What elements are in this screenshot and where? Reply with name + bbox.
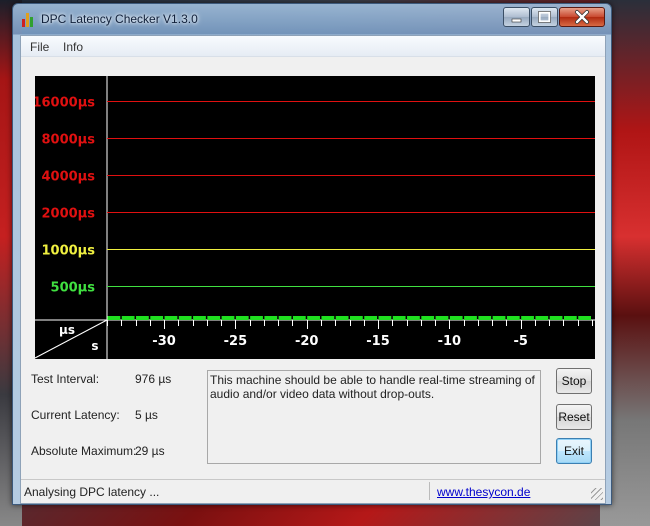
minimize-icon xyxy=(511,18,522,23)
status-text: Analysing DPC latency ... xyxy=(24,485,160,499)
y-tick-label: 500µs xyxy=(51,281,96,296)
latency-bar xyxy=(578,316,591,320)
latency-bar xyxy=(492,316,506,320)
latency-bar xyxy=(449,316,463,320)
menu-bar: File Info xyxy=(21,36,605,57)
reset-button[interactable]: Reset xyxy=(556,404,592,430)
latency-bar xyxy=(178,316,192,320)
latency-bar xyxy=(136,316,149,320)
latency-bar xyxy=(435,316,449,320)
absolute-max-value: 29 µs xyxy=(135,444,165,458)
app-window: DPC Latency Checker V1.3.0 File Info 160… xyxy=(12,3,612,505)
y-tick-label: 16000µs xyxy=(35,96,95,111)
close-button[interactable] xyxy=(559,7,605,27)
window-title: DPC Latency Checker V1.3.0 xyxy=(41,12,198,26)
latency-bar xyxy=(392,316,406,320)
latency-bar xyxy=(321,316,335,320)
x-tick-label: -20 xyxy=(295,334,319,349)
latency-bar xyxy=(121,316,135,320)
latency-bar xyxy=(250,316,263,320)
exit-button[interactable]: Exit xyxy=(556,438,592,464)
latency-bar xyxy=(335,316,349,320)
latency-bar xyxy=(235,316,249,320)
latency-bar xyxy=(535,316,549,320)
status-message-box: This machine should be able to handle re… xyxy=(207,370,541,464)
minimize-button[interactable] xyxy=(503,7,530,27)
latency-bar xyxy=(521,316,534,320)
latency-bar xyxy=(193,316,206,320)
menu-info[interactable]: Info xyxy=(63,40,83,54)
test-interval-label: Test Interval: xyxy=(31,372,100,386)
menu-file[interactable]: File xyxy=(30,40,49,54)
x-tick-label: -30 xyxy=(152,334,176,349)
latency-bar xyxy=(478,316,492,320)
y-tick-label: 8000µs xyxy=(42,133,96,148)
latency-bar xyxy=(563,316,577,320)
client-area: File Info 16000µs 8000µs 4000µs 2000µs 1000µ… xyxy=(20,35,606,504)
latency-bar xyxy=(421,316,435,320)
test-interval-value: 976 µs xyxy=(135,372,172,386)
y-tick-label: 4000µs xyxy=(42,170,96,185)
current-latency-label: Current Latency: xyxy=(31,408,120,422)
latency-bar xyxy=(207,316,221,320)
latency-bar xyxy=(292,316,306,320)
x-tick-label: -5 xyxy=(513,334,527,349)
resize-grip[interactable] xyxy=(591,488,603,500)
latency-bar xyxy=(549,316,563,320)
current-latency-value: 5 µs xyxy=(135,408,158,422)
latency-chart-svg: 16000µs 8000µs 4000µs 2000µs 1000µs 500µs -30 -… xyxy=(35,76,595,359)
y-tick-label: 2000µs xyxy=(42,207,96,222)
latency-bar xyxy=(150,316,164,320)
x-tick-label: -15 xyxy=(366,334,390,349)
latency-bar xyxy=(307,316,320,320)
latency-bar xyxy=(221,316,235,320)
latency-bar xyxy=(164,316,178,320)
axis-unit-us: µs xyxy=(59,323,75,337)
x-tick-label: -25 xyxy=(224,334,248,349)
y-tick-label: 1000µs xyxy=(42,244,96,259)
x-tick-label: -10 xyxy=(438,334,462,349)
latency-bar xyxy=(278,316,292,320)
status-separator xyxy=(429,482,430,500)
title-bar[interactable]: DPC Latency Checker V1.3.0 xyxy=(13,4,611,34)
latency-bar xyxy=(407,316,420,320)
latency-bar xyxy=(364,316,378,320)
status-bar: Analysing DPC latency ... www.thesycon.d… xyxy=(21,479,605,502)
latency-bar xyxy=(107,316,121,320)
latency-bar xyxy=(506,316,520,320)
stop-button[interactable]: Stop xyxy=(556,368,592,394)
website-link[interactable]: www.thesycon.de xyxy=(437,485,530,499)
latency-bar xyxy=(264,316,278,320)
maximize-button[interactable] xyxy=(531,7,558,27)
close-icon xyxy=(575,10,589,24)
axis-unit-s: s xyxy=(91,339,98,353)
latency-chart: 16000µs 8000µs 4000µs 2000µs 1000µs 500µs -30 -… xyxy=(35,76,595,359)
latency-bar xyxy=(378,316,392,320)
latency-bar xyxy=(350,316,363,320)
absolute-max-label: Absolute Maximum: xyxy=(31,444,137,458)
latency-bar xyxy=(464,316,477,320)
app-icon xyxy=(22,13,36,27)
maximize-icon xyxy=(538,11,551,23)
